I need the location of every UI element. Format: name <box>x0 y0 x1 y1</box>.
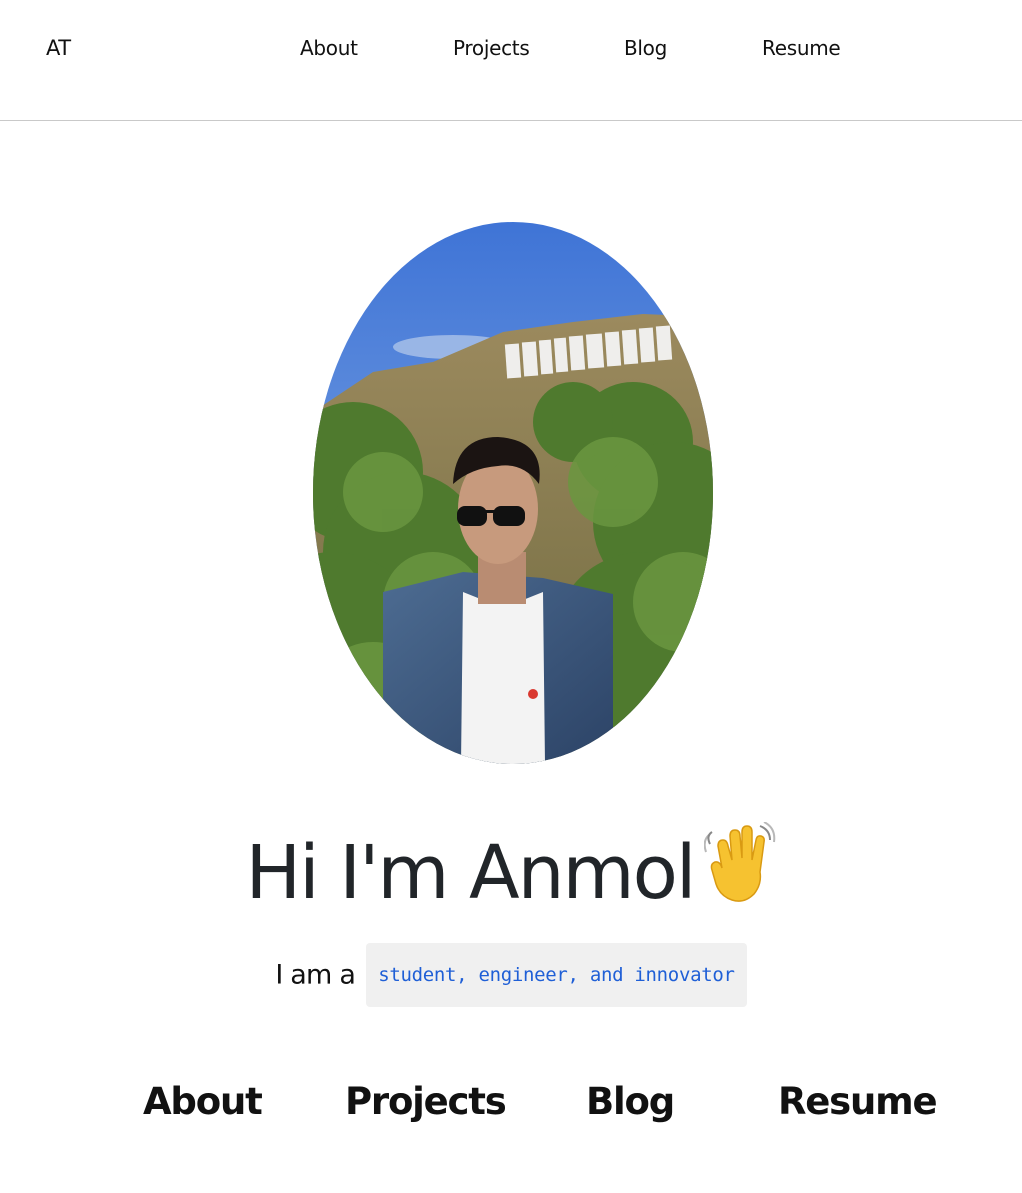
section-link-projects[interactable]: Projects <box>345 1080 507 1123</box>
section-link-resume[interactable]: Resume <box>778 1080 938 1123</box>
tagline: I am a student, engineer, and innovator <box>0 943 1022 1007</box>
hero-title-text: Hi I'm Anmol <box>245 830 697 916</box>
section-link-about[interactable]: About <box>143 1080 263 1123</box>
hero-heading: Hi I'm Anmol <box>0 822 1022 921</box>
nav-link-resume[interactable]: Resume <box>762 36 841 60</box>
profile-photo <box>313 222 713 764</box>
nav-link-projects[interactable]: Projects <box>453 36 530 60</box>
nav-link-about[interactable]: About <box>300 36 358 60</box>
nav-link-blog[interactable]: Blog <box>624 36 667 60</box>
waving-hand-icon <box>704 822 776 902</box>
brand-logo-link[interactable]: AT <box>46 36 71 60</box>
tagline-prefix: I am a <box>275 959 356 991</box>
top-navbar: AT About Projects Blog Resume <box>0 0 1022 121</box>
roles-code-block: student, engineer, and innovator <box>366 943 747 1007</box>
section-link-blog[interactable]: Blog <box>586 1080 675 1123</box>
